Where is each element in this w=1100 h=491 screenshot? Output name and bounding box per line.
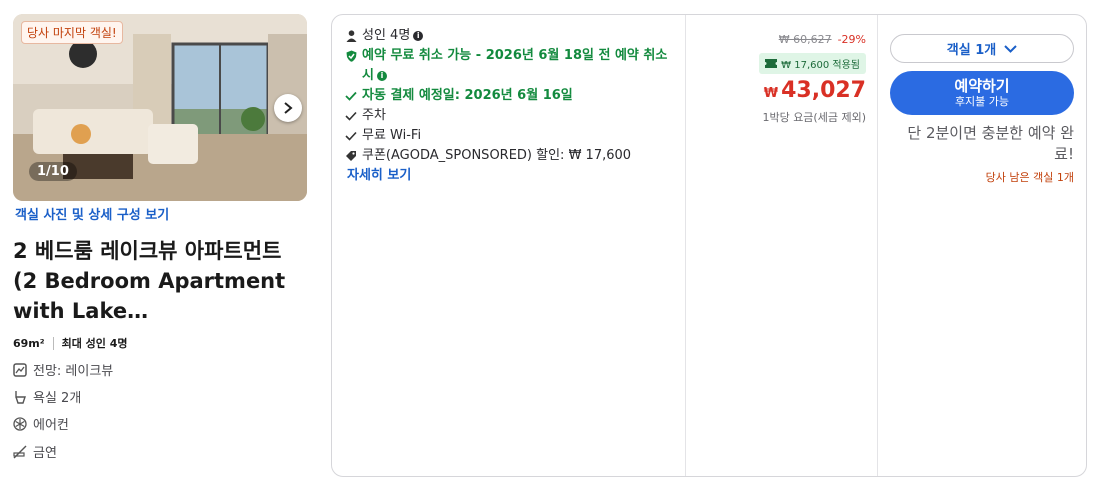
parking-label: 주차 bbox=[362, 108, 386, 123]
wifi-label: 무료 Wi-Fi bbox=[362, 128, 422, 143]
no-smoking-icon bbox=[13, 445, 27, 458]
shield-check-icon bbox=[346, 50, 356, 62]
snowflake-icon bbox=[13, 416, 27, 431]
room-photo[interactable]: 당사 마지막 객실! 1/10 bbox=[13, 14, 307, 201]
original-price: ₩ 60,627 bbox=[778, 33, 832, 46]
column-divider bbox=[685, 15, 686, 476]
current-price: ₩43,027 bbox=[690, 78, 866, 107]
feature-label: 에어컨 bbox=[33, 418, 69, 433]
info-icon[interactable]: i bbox=[413, 30, 424, 41]
photo-counter: 1/10 bbox=[29, 162, 77, 181]
rooms-left-message: 당사 남은 객실 1개 bbox=[985, 171, 1074, 184]
auto-payment-label: 자동 결제 예정일: 2026년 6월 16일 bbox=[362, 88, 573, 103]
view-icon bbox=[13, 362, 27, 377]
max-guests: 최대 성인 4명 bbox=[61, 337, 128, 350]
next-photo-button[interactable] bbox=[274, 94, 302, 122]
benefit-free-cancel: 예약 무료 취소 가능 - 2026년 6월 18일 전 예약 취소 시i bbox=[345, 46, 677, 86]
feature-view: 전망: 레이크뷰 bbox=[13, 360, 113, 379]
book-button[interactable]: 예약하기 후지불 가능 bbox=[890, 71, 1074, 115]
benefit-guests: 성인 4명 i bbox=[345, 26, 677, 46]
tag-icon bbox=[346, 151, 356, 161]
book-button-sublabel: 후지불 가능 bbox=[954, 95, 1010, 108]
feature-nosmoking: 금연 bbox=[13, 442, 57, 461]
book-button-label: 예약하기 bbox=[954, 77, 1010, 95]
bathroom-icon bbox=[15, 390, 26, 404]
guests-label: 성인 4명 bbox=[362, 28, 411, 43]
info-icon[interactable]: i bbox=[376, 70, 387, 81]
person-icon bbox=[346, 30, 356, 42]
coupon-label: 쿠폰(AGODA_SPONSORED) 할인: ₩ 17,600 bbox=[362, 148, 632, 163]
column-divider bbox=[877, 15, 878, 476]
chevron-down-icon bbox=[1004, 44, 1017, 53]
room-size: 69m² bbox=[13, 336, 45, 350]
room-title[interactable]: 2 베드룸 레이크뷰 아파트먼트 (2 Bedroom Apartment wi… bbox=[13, 236, 308, 326]
check-icon bbox=[345, 111, 357, 121]
price-column: ₩ 60,627 -29% ₩ 17,600 적용됨 ₩43,027 1박당 요금… bbox=[690, 28, 866, 125]
urgency-message: 단 2분이면 충분한 예약 완료! bbox=[907, 124, 1074, 163]
check-icon bbox=[345, 131, 357, 141]
currency-symbol: ₩ bbox=[763, 86, 779, 101]
coupon-applied-badge: ₩ 17,600 적용됨 bbox=[759, 53, 866, 74]
feature-label: 금연 bbox=[33, 446, 57, 461]
benefit-auto-payment: 자동 결제 예정일: 2026년 6월 16일 bbox=[345, 86, 677, 106]
booking-column: 객실 1개 예약하기 후지불 가능 단 2분이면 충분한 예약 완료! 당사 남… bbox=[888, 34, 1076, 185]
feature-label: 전망: 레이크뷰 bbox=[33, 364, 114, 379]
chevron-right-icon bbox=[284, 102, 293, 114]
benefit-wifi: 무료 Wi-Fi bbox=[345, 126, 677, 146]
divider bbox=[52, 336, 54, 350]
feature-aircon: 에어컨 bbox=[13, 414, 69, 433]
applied-label: ₩ 17,600 적용됨 bbox=[781, 60, 860, 71]
discount-percent: -29% bbox=[837, 33, 866, 46]
room-info-column: 당사 마지막 객실! 1/10 객실 사진 및 상세 구성 보기 2 베드룸 레… bbox=[0, 0, 320, 491]
last-room-badge: 당사 마지막 객실! bbox=[21, 21, 123, 44]
price-amount: 43,027 bbox=[781, 78, 866, 103]
room-count-select[interactable]: 객실 1개 bbox=[890, 34, 1074, 63]
ticket-icon bbox=[765, 59, 778, 68]
benefit-coupon: 쿠폰(AGODA_SPONSORED) 할인: ₩ 17,600 bbox=[345, 146, 677, 166]
free-cancel-label: 예약 무료 취소 가능 - 2026년 6월 18일 전 예약 취소 시 bbox=[362, 48, 668, 83]
feature-label: 욕실 2개 bbox=[33, 391, 82, 406]
room-count-label: 객실 1개 bbox=[946, 43, 997, 58]
details-link[interactable]: 자세히 보기 bbox=[347, 166, 677, 186]
feature-bathroom: 욕실 2개 bbox=[13, 387, 81, 406]
view-photos-link[interactable]: 객실 사진 및 상세 구성 보기 bbox=[15, 204, 169, 223]
room-meta: 69m² 최대 성인 4명 bbox=[13, 335, 128, 351]
benefit-parking: 주차 bbox=[345, 106, 677, 126]
benefits-list: 성인 4명 i 예약 무료 취소 가능 - 2026년 6월 18일 전 예약 취… bbox=[345, 26, 677, 186]
check-icon bbox=[345, 91, 357, 101]
price-note: 1박당 요금(세금 제외) bbox=[762, 111, 866, 124]
